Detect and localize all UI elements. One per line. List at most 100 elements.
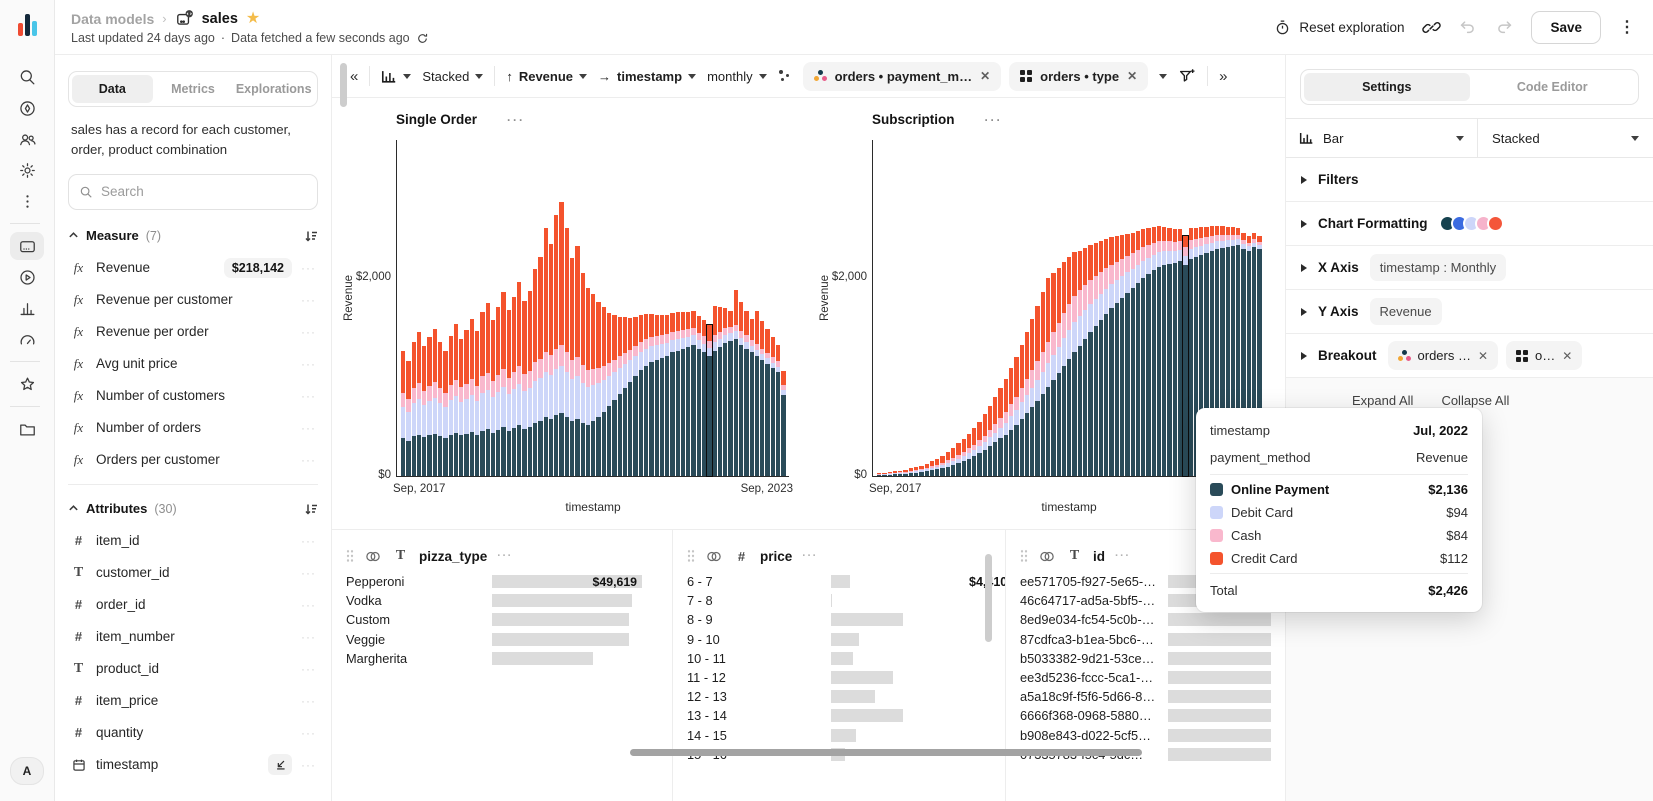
bar[interactable] [1183, 236, 1187, 476]
summary-row[interactable]: 10 - 11 [687, 649, 991, 668]
attribute-item[interactable]: #quantity··· [68, 717, 318, 749]
chart-menu-icon[interactable]: ··· [507, 113, 525, 127]
bar[interactable] [888, 472, 892, 476]
bar[interactable] [962, 439, 966, 476]
bar[interactable] [723, 308, 727, 476]
bar[interactable] [750, 319, 754, 476]
bar[interactable] [612, 315, 616, 476]
bar[interactable] [406, 361, 410, 476]
bar[interactable] [956, 443, 960, 476]
bar[interactable] [544, 228, 548, 476]
bar[interactable] [930, 461, 934, 476]
bar[interactable] [459, 339, 463, 476]
column-scrollbar[interactable] [985, 554, 992, 642]
breakout-pill[interactable]: orders • type✕ [1009, 62, 1148, 91]
bar[interactable] [1083, 248, 1087, 476]
bar[interactable] [898, 471, 902, 476]
bar[interactable] [538, 257, 542, 476]
bar[interactable] [644, 314, 648, 476]
bar[interactable] [893, 471, 897, 476]
sort-field-dropdown[interactable]: ↑Revenue [506, 69, 587, 84]
bar[interactable] [998, 388, 1002, 476]
drag-handle-icon[interactable] [687, 549, 695, 563]
bar[interactable] [925, 464, 929, 476]
bar[interactable] [993, 397, 997, 476]
row-menu-icon[interactable]: ··· [301, 694, 316, 708]
bar[interactable] [739, 302, 743, 476]
bar[interactable] [1057, 268, 1061, 476]
bar[interactable] [628, 318, 632, 476]
attribute-item[interactable]: timestamp··· [68, 749, 318, 781]
bar[interactable] [771, 337, 775, 476]
bar[interactable] [718, 307, 722, 476]
stack-mode-select[interactable]: Stacked [1477, 119, 1653, 157]
bar[interactable] [1025, 332, 1029, 476]
x-axis-section[interactable]: X Axis timestamp : Monthly [1286, 246, 1653, 290]
row-menu-icon[interactable]: ··· [301, 598, 316, 612]
bar[interactable] [491, 320, 495, 476]
settings-tab-settings[interactable]: Settings [1304, 73, 1470, 101]
bar[interactable] [480, 312, 484, 476]
bar[interactable] [464, 330, 468, 476]
summary-row[interactable]: 9 - 10 [687, 630, 991, 649]
rail-item-model-card[interactable] [10, 232, 44, 260]
sort-icon[interactable] [304, 502, 318, 516]
summary-row[interactable]: Margherita [346, 649, 658, 668]
granularity-dropdown[interactable]: monthly [707, 69, 767, 84]
bar[interactable] [559, 202, 563, 476]
bar[interactable] [655, 315, 659, 476]
summary-row[interactable]: b5033382-9d21-53ce… [1020, 649, 1271, 668]
summary-row[interactable]: Vodka [346, 591, 658, 610]
bar[interactable] [744, 311, 748, 476]
rail-item-compass[interactable] [10, 94, 44, 122]
bar[interactable] [433, 329, 437, 476]
expand-panel-icon[interactable]: » [1219, 68, 1227, 85]
rail-item-star[interactable] [10, 370, 44, 398]
remove-pill-icon[interactable]: ✕ [1127, 69, 1137, 83]
save-button[interactable]: Save [1531, 11, 1601, 44]
redo-icon[interactable] [1495, 18, 1513, 36]
remove-pill-icon[interactable]: ✕ [1562, 349, 1572, 363]
bar[interactable] [1115, 236, 1119, 476]
row-menu-icon[interactable]: ··· [301, 534, 316, 548]
bar[interactable] [401, 351, 405, 476]
bar[interactable] [1099, 241, 1103, 476]
bar[interactable] [1104, 239, 1108, 476]
bar[interactable] [909, 468, 913, 476]
column-menu-icon[interactable]: ··· [802, 550, 818, 562]
bar[interactable] [449, 336, 453, 476]
bar[interactable] [1109, 237, 1113, 476]
rail-item-gauge[interactable] [10, 325, 44, 353]
chart-formatting-section[interactable]: Chart Formatting [1286, 202, 1653, 246]
bar[interactable] [649, 314, 653, 476]
bar[interactable] [707, 325, 711, 476]
measure-item[interactable]: fxAvg unit price··· [68, 348, 318, 380]
remove-pill-icon[interactable]: ✕ [980, 69, 990, 83]
x-axis-value-pill[interactable]: timestamp : Monthly [1370, 254, 1506, 281]
bar[interactable] [1062, 262, 1066, 476]
vertical-scrollbar[interactable] [340, 63, 347, 107]
summary-row[interactable]: 11 - 12 [687, 668, 991, 687]
bar[interactable] [1035, 306, 1039, 476]
x-field-dropdown[interactable]: →timestamp [598, 69, 696, 84]
bar[interactable] [1136, 231, 1140, 476]
bar[interactable] [1078, 251, 1082, 476]
breakout-pill[interactable]: o…✕ [1506, 341, 1582, 370]
bar[interactable] [988, 406, 992, 476]
bar[interactable] [734, 290, 738, 476]
rail-item-more-kebab[interactable] [10, 187, 44, 215]
bar[interactable] [528, 291, 532, 476]
bar[interactable] [1173, 229, 1177, 476]
bar[interactable] [1120, 235, 1124, 476]
add-filter-icon[interactable] [1178, 67, 1196, 85]
bar[interactable] [676, 312, 680, 476]
share-link-icon[interactable] [1422, 18, 1441, 37]
row-menu-icon[interactable]: ··· [301, 662, 316, 676]
measure-item[interactable]: fxRevenue$218,142··· [68, 252, 318, 284]
attribute-item[interactable]: #item_id··· [68, 525, 318, 557]
bar[interactable] [1067, 257, 1071, 476]
bar[interactable] [691, 311, 695, 476]
column-menu-icon[interactable]: ··· [497, 550, 513, 562]
measure-item[interactable]: fxRevenue per order··· [68, 316, 318, 348]
summary-row[interactable]: Veggie [346, 630, 658, 649]
